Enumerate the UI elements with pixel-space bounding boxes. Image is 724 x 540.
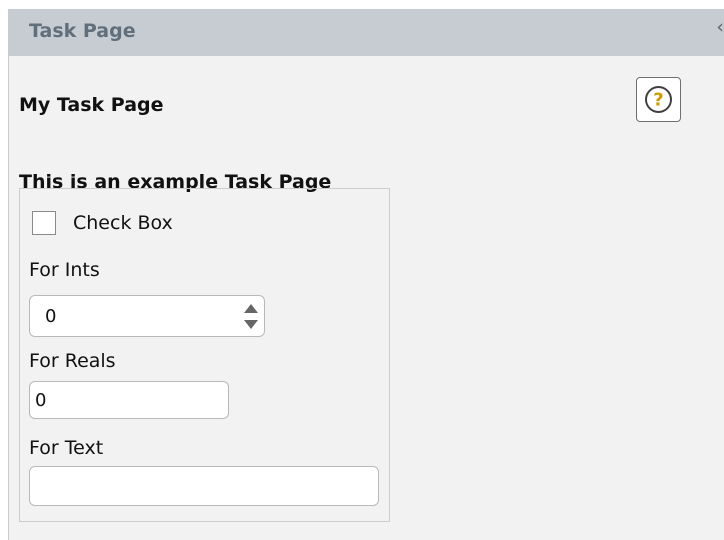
ints-spinner[interactable]: 0 — [29, 295, 265, 337]
spin-up-icon[interactable] — [244, 304, 258, 313]
ints-label: For Ints — [29, 259, 100, 281]
text-label: For Text — [29, 437, 104, 459]
check-box-row[interactable]: Check Box — [32, 210, 173, 236]
question-circle-icon: ? — [645, 86, 672, 113]
page-title: My Task Page — [19, 94, 164, 116]
spin-down-icon[interactable] — [244, 320, 258, 329]
panel-title-bar: Task Page ‹ — [9, 9, 724, 56]
reals-value[interactable]: 0 — [35, 390, 46, 411]
panel-title: Task Page — [29, 20, 136, 42]
check-box[interactable] — [32, 211, 56, 235]
help-symbol: ? — [653, 90, 663, 111]
check-box-label: Check Box — [73, 212, 173, 234]
ints-value[interactable]: 0 — [45, 306, 56, 327]
chevron-left-icon[interactable]: ‹ — [716, 18, 724, 37]
help-button[interactable]: ? — [636, 77, 681, 122]
reals-field[interactable]: 0 — [29, 381, 229, 419]
text-field[interactable] — [29, 466, 379, 506]
reals-label: For Reals — [29, 350, 116, 372]
